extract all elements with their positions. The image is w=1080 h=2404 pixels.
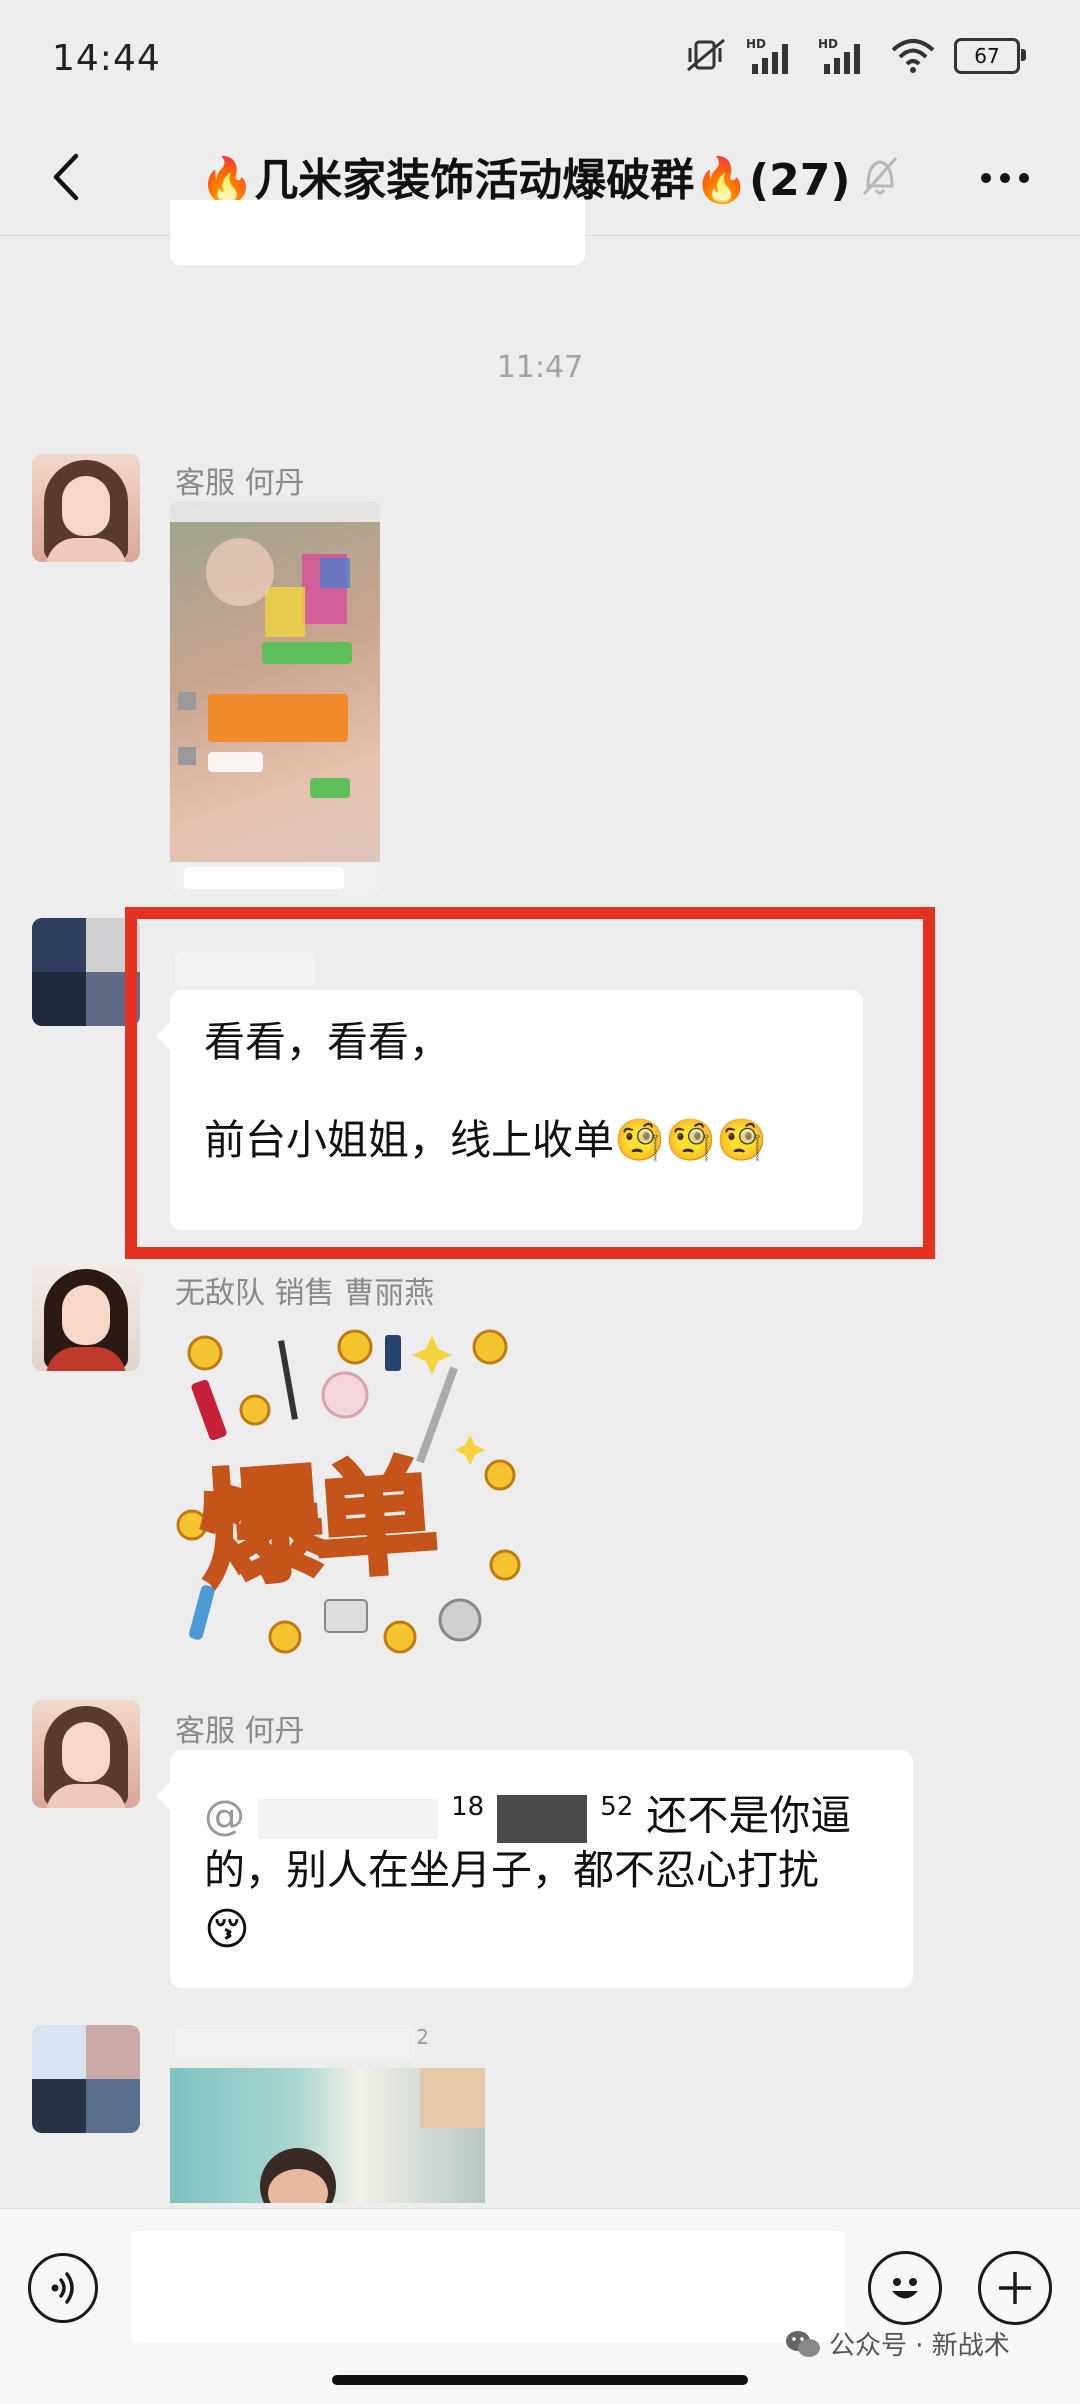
chat-title: 🔥几米家装饰活动爆破群🔥(27): [199, 155, 851, 206]
sender-suffix: 2: [416, 2025, 429, 2049]
svg-text:HD: HD: [818, 37, 838, 51]
back-button[interactable]: [30, 142, 100, 212]
sticker-message[interactable]: 爆单: [170, 1325, 530, 1670]
message-timestamp: 11:47: [496, 350, 584, 385]
battery-icon: 67: [954, 38, 1026, 74]
voice-icon: [51, 2272, 74, 2304]
previous-message-bubble[interactable]: [170, 200, 585, 265]
watermark: 公众号 · 新战术: [785, 2325, 1010, 2362]
message-line: 😚: [204, 1904, 250, 1955]
mute-vibrate-icon: [684, 38, 728, 74]
more-functions-button[interactable]: [978, 2251, 1052, 2325]
sender-name-blurred: 2: [175, 2025, 429, 2059]
message-input[interactable]: [130, 2231, 846, 2343]
more-button[interactable]: [975, 158, 1035, 198]
avatar[interactable]: [32, 454, 140, 562]
more-icon: [981, 173, 1029, 183]
hd-signal-icon: HD: [746, 36, 800, 76]
avatar[interactable]: [32, 1700, 140, 1808]
mention-blur: [258, 1798, 439, 1839]
wifi-icon: [890, 38, 936, 74]
plus-icon: [999, 2272, 1031, 2304]
mute-icon: [860, 154, 900, 202]
sender-name: 客服 何丹: [175, 1714, 305, 1749]
text-message-bubble[interactable]: @ 18 52 还不是你逼 的，别人在坐月子，都不忍心打扰 😚: [156, 1750, 913, 1988]
hd-signal-icon: HD: [818, 36, 872, 76]
status-bar: 14:44 HD HD 67: [0, 0, 1080, 120]
status-icons: HD HD 67: [684, 36, 1026, 76]
back-icon: [53, 153, 79, 201]
home-indicator[interactable]: [332, 2375, 748, 2385]
message-line: 的，别人在坐月子，都不忍心打扰: [204, 1846, 819, 1894]
sticker-text: 爆单: [193, 1442, 436, 1606]
mention-suffix: 52: [600, 1792, 634, 1822]
image-message[interactable]: [170, 2068, 485, 2203]
message-line: @ 18 52 还不是你逼: [204, 1776, 879, 1843]
wechat-icon: [786, 2330, 820, 2357]
highlight-box: [125, 907, 935, 1259]
emoji-icon: [892, 2278, 918, 2299]
avatar-pixelated[interactable]: [32, 2025, 140, 2133]
avatar-pixelated[interactable]: [32, 918, 140, 1026]
mention-prefix: @: [204, 1791, 245, 1840]
emoji-button[interactable]: [868, 2251, 942, 2325]
mention-redacted: [497, 1794, 588, 1843]
sender-name: 无敌队 销售 曹丽燕: [175, 1276, 435, 1311]
message-text: 还不是你逼: [646, 1791, 852, 1840]
svg-text:HD: HD: [746, 37, 766, 51]
avatar[interactable]: [32, 1263, 140, 1371]
sender-name: 客服 何丹: [175, 466, 305, 501]
voice-button[interactable]: [28, 2253, 98, 2323]
status-time: 14:44: [52, 38, 161, 79]
image-message[interactable]: [170, 502, 380, 895]
mention-mid: 18: [451, 1792, 485, 1822]
watermark-text: 公众号 · 新战术: [829, 2331, 1010, 2361]
